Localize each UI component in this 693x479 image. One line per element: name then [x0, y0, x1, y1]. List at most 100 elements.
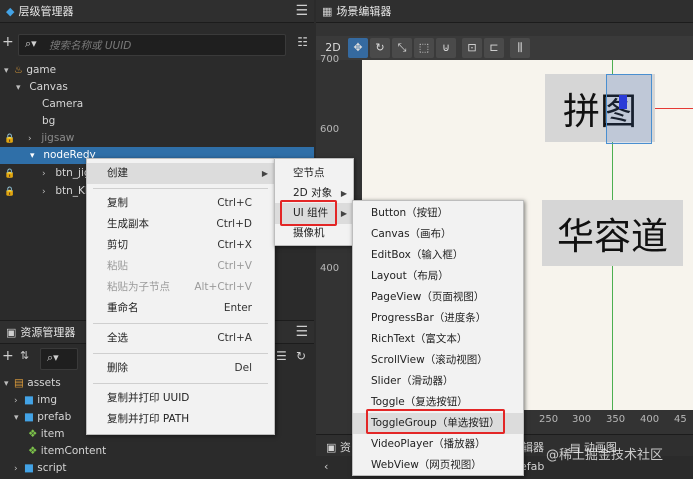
move-tool-icon[interactable]: ✥ — [348, 38, 368, 58]
chevron-down-icon: ▾ — [30, 151, 35, 161]
chevron-right-icon: ▶ — [340, 189, 347, 198]
collapse-all-icon[interactable]: ☷ — [297, 35, 308, 49]
menu-item-richtext[interactable]: RichText（富文本） — [353, 329, 523, 350]
menu-item-cut[interactable]: 剪切 Ctrl+X — [87, 235, 274, 256]
selection-rect[interactable] — [606, 74, 652, 144]
chevron-right-icon: › — [14, 464, 18, 474]
menu-icon[interactable]: ☰ — [295, 324, 308, 340]
chevron-down-icon: ▾ — [4, 66, 9, 76]
chevron-left-icon[interactable]: ‹ — [324, 460, 328, 473]
refresh-icon[interactable]: ↻ — [296, 349, 306, 363]
tree-node-camera[interactable]: Camera — [0, 96, 314, 113]
sort-icon[interactable]: ⇅ — [20, 349, 29, 362]
node-huarong[interactable]: 华容道 — [542, 200, 683, 266]
prefab-icon: ❖ — [28, 445, 38, 457]
menu-icon[interactable]: ☰ — [295, 3, 308, 19]
asset-label: item — [40, 428, 65, 440]
snap-icon[interactable]: ⫼ — [510, 38, 530, 58]
list-view-icon[interactable]: ☰ — [276, 349, 287, 363]
menu-item-progressbar[interactable]: ProgressBar（进度条） — [353, 308, 523, 329]
context-menu: 创建 ▶ 复制 Ctrl+C 生成副本 Ctrl+D 剪切 Ctrl+X 粘贴 Ctrl+… — [86, 158, 275, 435]
menu-item-button[interactable]: Button（按钮） — [353, 203, 523, 224]
menu-separator — [93, 353, 268, 354]
ruler-label: 350 — [606, 414, 626, 425]
tab-hierarchy[interactable]: ◆ 层级管理器 — [0, 0, 83, 22]
asset-itemcontent[interactable]: ❖ itemContent — [0, 443, 314, 460]
menu-item-camera[interactable]: 摄像机 — [275, 223, 353, 244]
local-icon[interactable]: ⊏ — [484, 38, 504, 58]
asset-label: assets — [27, 377, 61, 389]
menu-shortcut: Ctrl+C — [217, 197, 252, 209]
menu-shortcut: Del — [234, 362, 252, 374]
ruler-label: 250 — [539, 414, 559, 425]
menu-item-duplicate[interactable]: 生成副本 Ctrl+D — [87, 214, 274, 235]
add-asset-icon[interactable]: + — [2, 348, 14, 364]
lock-icon[interactable]: 🔒 — [4, 184, 42, 201]
lock-icon[interactable]: 🔒 — [4, 131, 28, 148]
asset-label: img — [37, 394, 58, 406]
menu-label: ProgressBar（进度条） — [371, 312, 487, 324]
chevron-right-icon: › — [14, 396, 18, 406]
menu-item-editbox[interactable]: EditBox（输入框） — [353, 245, 523, 266]
rotate-tool-icon[interactable]: ↻ — [370, 38, 390, 58]
menu-label: Button（按钮） — [371, 207, 449, 219]
menu-item-select-all[interactable]: 全选 Ctrl+A — [87, 328, 274, 349]
pivot-icon[interactable]: ⊡ — [462, 38, 482, 58]
menu-label: 2D 对象 — [293, 187, 333, 199]
lock-icon[interactable]: 🔒 — [4, 166, 42, 183]
menu-item-create[interactable]: 创建 ▶ — [87, 163, 274, 184]
tree-node-label: Canvas — [29, 81, 68, 93]
menu-item-rename[interactable]: 重命名 Enter — [87, 298, 274, 319]
database-icon: ▤ — [14, 377, 24, 389]
scale-tool-icon[interactable]: ⤡ — [392, 38, 412, 58]
menu-shortcut: Alt+Ctrl+V — [194, 281, 252, 293]
menu-item-delete[interactable]: 删除 Del — [87, 358, 274, 379]
menu-shortcut: Ctrl+A — [217, 332, 252, 344]
add-node-icon[interactable]: + — [2, 34, 14, 50]
asset-search-input[interactable]: ⌕▾ — [40, 348, 78, 370]
chevron-down-icon: ▾ — [16, 83, 21, 93]
menu-item-copy[interactable]: 复制 Ctrl+C — [87, 193, 274, 214]
gizmo-handle[interactable] — [619, 95, 627, 109]
menu-item-paste[interactable]: 粘贴 Ctrl+V — [87, 256, 274, 277]
rect-tool-icon[interactable]: ⬚ — [414, 38, 434, 58]
menu-label: 复制并打印 UUID — [107, 392, 190, 404]
tree-node-game[interactable]: ▾ ♨ game — [0, 62, 314, 79]
menu-item-videoplayer[interactable]: VideoPlayer（播放器） — [353, 434, 523, 455]
search-icon: ⌕▾ — [25, 37, 37, 50]
tab-assets[interactable]: ▣ 资源管理器 — [0, 321, 85, 343]
menu-label: 删除 — [107, 362, 128, 374]
menu-item-copy-uuid[interactable]: 复制并打印 UUID — [87, 388, 274, 409]
menu-label: 重命名 — [107, 302, 139, 314]
tree-node-bg[interactable]: bg — [0, 113, 314, 130]
assets-title: 资源管理器 — [20, 326, 76, 339]
menu-label: Slider（滑动器） — [371, 375, 454, 387]
tree-node-jigsaw[interactable]: 🔒 › jigsaw — [0, 130, 314, 147]
asset-script[interactable]: › ■ script — [0, 460, 314, 477]
search-input[interactable]: ⌕▾ 搜索名称或 UUID — [18, 34, 286, 56]
menu-item-slider[interactable]: Slider（滑动器） — [353, 371, 523, 392]
chevron-right-icon: › — [42, 169, 46, 179]
menu-item-layout[interactable]: Layout（布局） — [353, 266, 523, 287]
menu-separator — [93, 323, 268, 324]
hierarchy-title: 层级管理器 — [18, 5, 74, 18]
scene-header: ▦ 场景编辑器 — [316, 0, 693, 23]
menu-label: Layout（布局） — [371, 270, 449, 282]
asset-label: script — [37, 462, 67, 474]
menu-item-canvas[interactable]: Canvas（画布） — [353, 224, 523, 245]
menu-item-copy-path[interactable]: 复制并打印 PATH — [87, 409, 274, 430]
transform-tool-icon[interactable]: ⊍ — [436, 38, 456, 58]
menu-item-paste-child[interactable]: 粘贴为子节点 Alt+Ctrl+V — [87, 277, 274, 298]
scene-editor-icon: ▦ — [322, 4, 333, 18]
menu-item-pageview[interactable]: PageView（页面视图） — [353, 287, 523, 308]
tree-node-canvas[interactable]: ▾ Canvas — [0, 79, 314, 96]
folder-icon: ■ — [24, 411, 34, 423]
tab-scene[interactable]: ▦ 场景编辑器 — [316, 0, 401, 22]
menu-item-empty-node[interactable]: 空节点 — [275, 163, 353, 184]
menu-item-webview[interactable]: WebView（网页视图） — [353, 455, 523, 476]
menu-item-scrollview[interactable]: ScrollView（滚动视图） — [353, 350, 523, 371]
tab-console[interactable]: ▣ 资 — [326, 439, 351, 455]
menu-label: 摄像机 — [293, 227, 325, 239]
tab-editor[interactable]: 辑器 — [522, 439, 544, 455]
menu-label: RichText（富文本） — [371, 333, 468, 345]
